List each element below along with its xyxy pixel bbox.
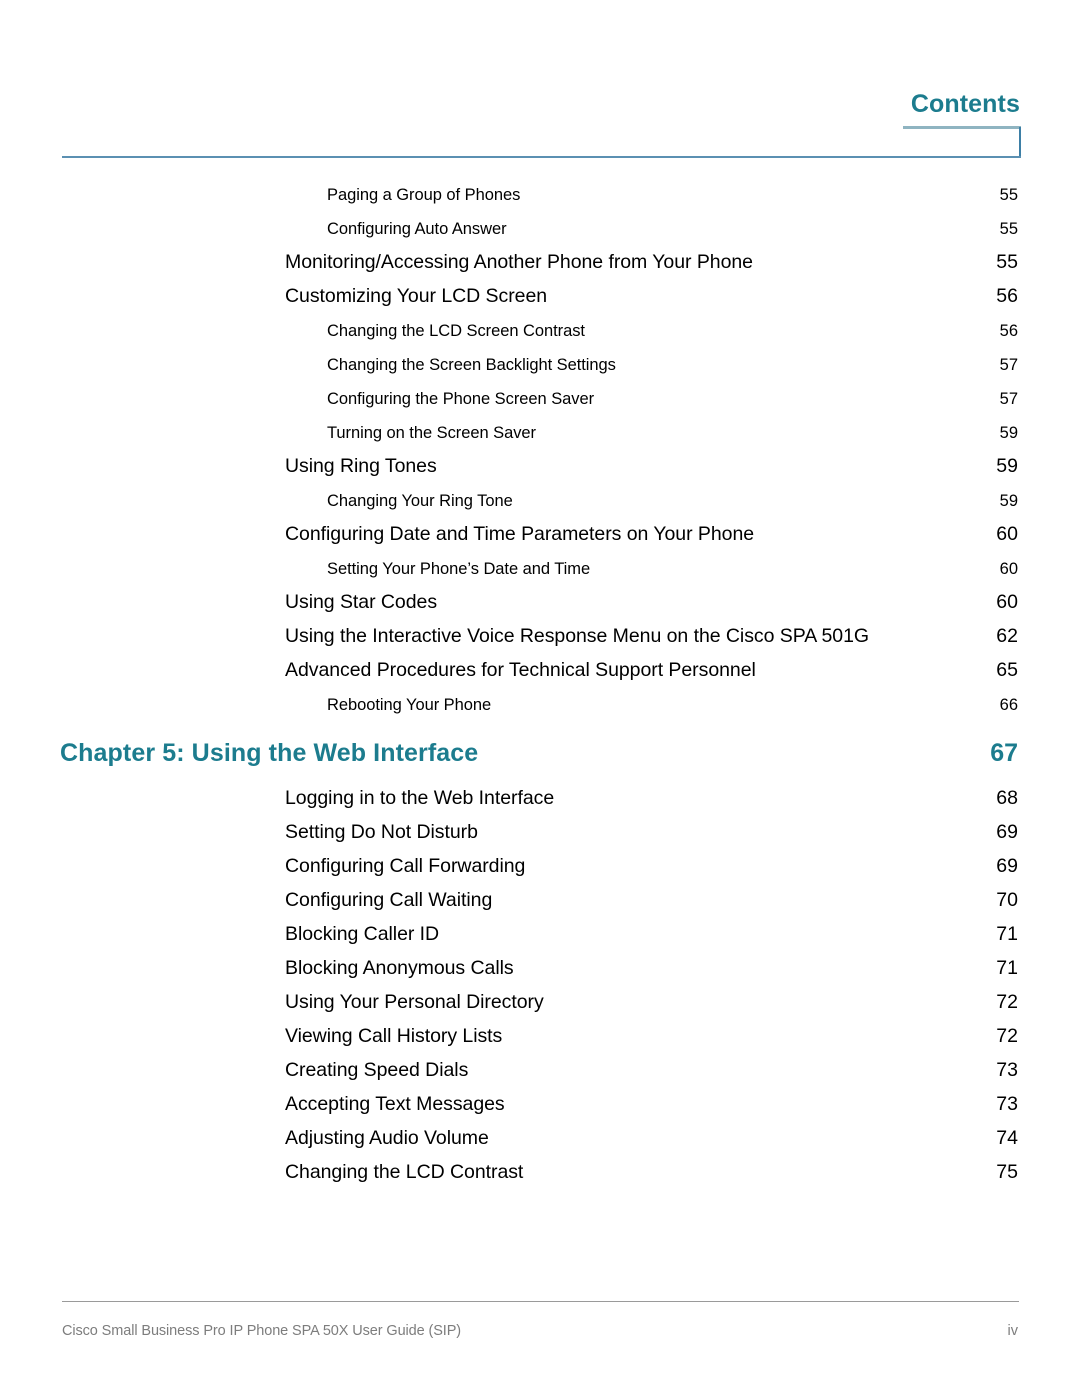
toc-entry-label: Setting Do Not Disturb — [285, 821, 478, 843]
toc-entry-label: Turning on the Screen Saver — [327, 424, 536, 442]
toc-entry-page-number: 72 — [996, 991, 1018, 1013]
toc-entry-label: Configuring Date and Time Parameters on … — [285, 523, 755, 545]
toc-entry-page-number: 60 — [996, 523, 1018, 545]
toc-entry-row[interactable]: Blocking Anonymous Calls 71 — [0, 952, 1080, 986]
toc-entry-row[interactable]: Using the Interactive Voice Response Men… — [0, 620, 1080, 654]
toc-entry-label: Changing Your Ring Tone — [327, 492, 513, 510]
toc-entry-page-number: 57 — [999, 390, 1018, 408]
toc-entry-row[interactable]: Configuring Call Waiting 70 — [0, 884, 1080, 918]
toc-entry-page-number: 55 — [999, 220, 1018, 238]
toc-entry-label: Using Star Codes — [285, 591, 438, 613]
toc-entry-page-number: 74 — [996, 1127, 1018, 1149]
toc-entry-row[interactable]: Using Star Codes 60 — [0, 586, 1080, 620]
toc-entry-row[interactable]: Blocking Caller ID 71 — [0, 918, 1080, 952]
toc-entry-row[interactable]: Paging a Group of Phones 55 — [0, 178, 1080, 212]
header-vertical-rule — [1019, 127, 1021, 158]
toc-entry-label: Using Ring Tones — [285, 455, 437, 477]
toc-entry-page-number: 69 — [996, 821, 1018, 843]
toc-entry-label: Adjusting Audio Volume — [285, 1127, 489, 1149]
toc-entry-row[interactable]: Changing the LCD Screen Contrast 56 — [0, 314, 1080, 348]
toc-entry-label: Monitoring/Accessing Another Phone from … — [285, 251, 753, 273]
toc-entry-page-number: 71 — [996, 923, 1018, 945]
toc-entry-label: Logging in to the Web Interface — [285, 787, 555, 809]
toc-entry-label: Configuring the Phone Screen Saver — [327, 390, 595, 408]
toc-entry-page-number: 66 — [999, 696, 1018, 714]
toc-entry-page-number: 56 — [996, 285, 1018, 307]
toc-entry-row[interactable]: Viewing Call History Lists 72 — [0, 1020, 1080, 1054]
title-underline-rule — [903, 126, 1021, 129]
toc-entry-row[interactable]: Creating Speed Dials 73 — [0, 1054, 1080, 1088]
footer-page-number: iv — [1007, 1323, 1018, 1339]
toc-entry-page-number: 62 — [996, 625, 1018, 647]
toc-entry-label: Changing the LCD Contrast — [285, 1161, 524, 1183]
toc-entry-row[interactable]: Accepting Text Messages 73 — [0, 1088, 1080, 1122]
document-page: Contents Paging a Group of Phones 55 Confi… — [0, 0, 1080, 1397]
toc-entry-label: Customizing Your LCD Screen — [285, 285, 548, 307]
toc-entry-page-number: 65 — [996, 659, 1018, 681]
toc-entry-page-number: 59 — [999, 492, 1018, 510]
toc-entry-row[interactable]: Changing the Screen Backlight Settings 57 — [0, 348, 1080, 382]
toc-entry-row[interactable]: Setting Do Not Disturb 69 — [0, 816, 1080, 850]
toc-entry-row[interactable]: Using Your Personal Directory 72 — [0, 986, 1080, 1020]
toc-entry-row[interactable]: Configuring the Phone Screen Saver 57 — [0, 382, 1080, 416]
toc-entry-page-number: 60 — [999, 560, 1018, 578]
header-horizontal-rule — [62, 156, 1021, 158]
toc-entry-label: Changing the LCD Screen Contrast — [327, 322, 585, 340]
toc-entry-label: Configuring Auto Answer — [327, 220, 507, 238]
toc-chapter-page-number: 67 — [990, 739, 1018, 767]
toc-entry-row[interactable]: Setting Your Phone’s Date and Time 60 — [0, 552, 1080, 586]
toc-entry-row[interactable]: Advanced Procedures for Technical Suppor… — [0, 654, 1080, 688]
toc-entry-page-number: 59 — [999, 424, 1018, 442]
toc-entry-label: Using the Interactive Voice Response Men… — [285, 625, 869, 647]
toc-entry-page-number: 73 — [996, 1059, 1018, 1081]
toc-entry-row[interactable]: Monitoring/Accessing Another Phone from … — [0, 246, 1080, 280]
toc-entry-page-number: 69 — [996, 855, 1018, 877]
toc-entry-label: Blocking Caller ID — [285, 923, 440, 945]
toc-entry-page-number: 57 — [999, 356, 1018, 374]
toc-entry-row[interactable]: Adjusting Audio Volume 74 — [0, 1122, 1080, 1156]
table-of-contents: Paging a Group of Phones 55 Configuring Au… — [0, 178, 1080, 1190]
toc-entry-page-number: 73 — [996, 1093, 1018, 1115]
toc-entry-label: Configuring Call Waiting — [285, 889, 493, 911]
toc-entry-label: Creating Speed Dials — [285, 1059, 469, 1081]
toc-chapter-row[interactable]: Chapter 5: Using the Web Interface 67 — [0, 722, 1080, 782]
toc-entry-page-number: 71 — [996, 957, 1018, 979]
toc-entry-page-number: 60 — [996, 591, 1018, 613]
toc-entry-page-number: 70 — [996, 889, 1018, 911]
toc-entry-row[interactable]: Customizing Your LCD Screen 56 — [0, 280, 1080, 314]
toc-entry-page-number: 56 — [999, 322, 1018, 340]
page-title: Contents — [910, 90, 1020, 118]
toc-entry-label: Configuring Call Forwarding — [285, 855, 526, 877]
toc-entry-page-number: 72 — [996, 1025, 1018, 1047]
toc-entry-page-number: 55 — [996, 251, 1018, 273]
toc-entry-page-number: 75 — [996, 1161, 1018, 1183]
toc-entry-row[interactable]: Changing the LCD Contrast 75 — [0, 1156, 1080, 1190]
toc-entry-page-number: 68 — [996, 787, 1018, 809]
toc-entry-label: Accepting Text Messages — [285, 1093, 505, 1115]
toc-entry-row[interactable]: Turning on the Screen Saver 59 — [0, 416, 1080, 450]
toc-chapter-label: Chapter 5: Using the Web Interface — [60, 739, 479, 767]
toc-entry-label: Using Your Personal Directory — [285, 991, 544, 1013]
footer-rule — [62, 1301, 1019, 1302]
toc-entry-row[interactable]: Configuring Call Forwarding 69 — [0, 850, 1080, 884]
toc-entry-label: Blocking Anonymous Calls — [285, 957, 514, 979]
toc-entry-label: Viewing Call History Lists — [285, 1025, 503, 1047]
toc-entry-page-number: 55 — [999, 186, 1018, 204]
toc-entry-row[interactable]: Configuring Auto Answer 55 — [0, 212, 1080, 246]
page-footer: Cisco Small Business Pro IP Phone SPA 50… — [0, 1287, 1080, 1397]
toc-entry-label: Advanced Procedures for Technical Suppor… — [285, 659, 756, 681]
toc-entry-row[interactable]: Changing Your Ring Tone 59 — [0, 484, 1080, 518]
toc-entry-label: Rebooting Your Phone — [327, 696, 492, 714]
toc-entry-row[interactable]: Configuring Date and Time Parameters on … — [0, 518, 1080, 552]
toc-entry-label: Changing the Screen Backlight Settings — [327, 356, 616, 374]
toc-entry-row[interactable]: Using Ring Tones 59 — [0, 450, 1080, 484]
toc-entry-label: Paging a Group of Phones — [327, 186, 521, 204]
footer-document-title: Cisco Small Business Pro IP Phone SPA 50… — [62, 1323, 462, 1339]
toc-entry-row[interactable]: Logging in to the Web Interface 68 — [0, 782, 1080, 816]
page-header: Contents — [0, 0, 1080, 165]
toc-entry-row[interactable]: Rebooting Your Phone 66 — [0, 688, 1080, 722]
toc-entry-page-number: 59 — [996, 455, 1018, 477]
toc-entry-label: Setting Your Phone’s Date and Time — [327, 560, 591, 578]
